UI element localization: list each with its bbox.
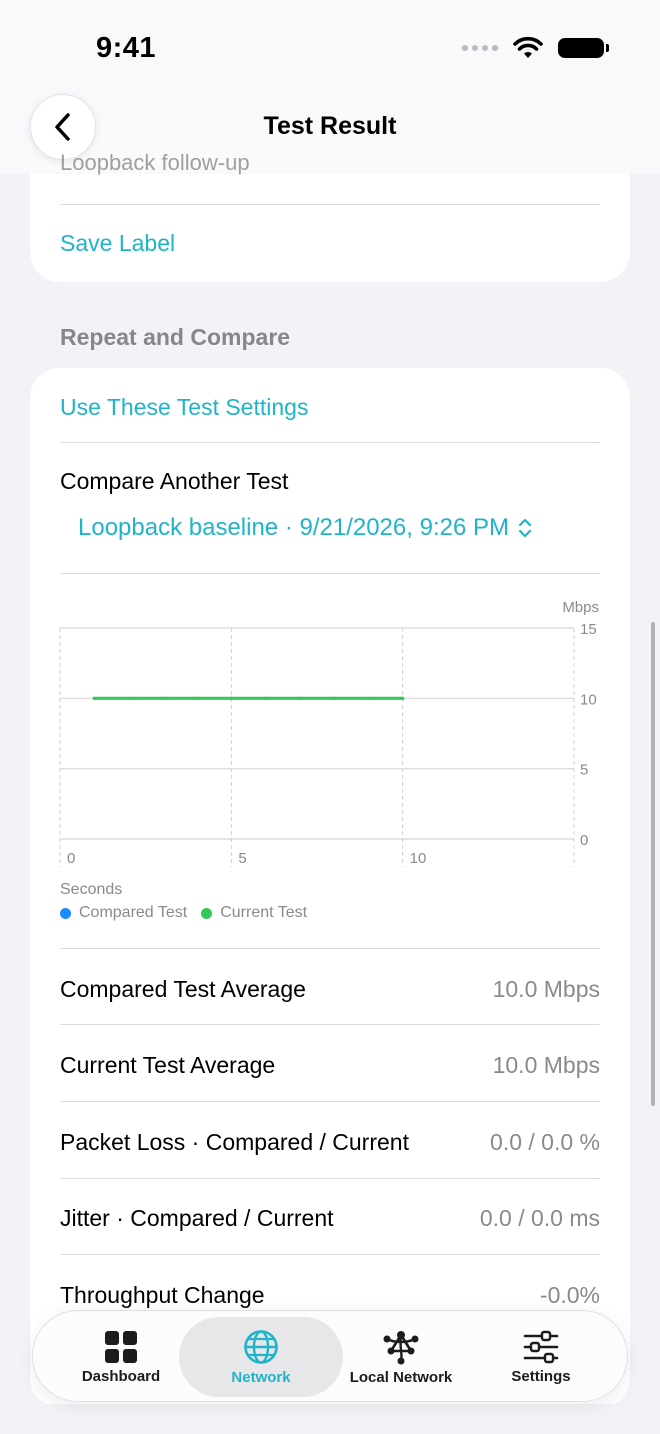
- tab-label-dashboard: Dashboard: [81, 1367, 161, 1385]
- scroll-indicator[interactable]: [651, 622, 655, 1106]
- throughput-chart: 15 10 5 0 0 5 10 Mbps Seconds: [30, 588, 630, 928]
- chart-point: [401, 696, 405, 700]
- repeat-compare-card: Use These Test Settings Compare Another …: [30, 368, 630, 1408]
- tab-local-network[interactable]: Local Network: [331, 1317, 471, 1397]
- divider: [60, 1178, 600, 1179]
- chart-point: [332, 696, 336, 700]
- tab-label-network: Network: [231, 1368, 291, 1386]
- chart-x-tick-label: 0: [67, 850, 75, 867]
- status-bar: 9:41: [0, 0, 660, 90]
- save-label-button[interactable]: Save Label: [60, 230, 175, 257]
- section-header: Repeat and Compare: [60, 324, 291, 350]
- divider: [60, 1101, 600, 1102]
- stat-label-throughput-change: Throughput Change: [60, 1282, 265, 1308]
- grid-icon: [105, 1330, 137, 1363]
- sliders-icon: [523, 1330, 559, 1363]
- battery-icon: [558, 38, 609, 58]
- legend-dot-compared: [60, 907, 71, 919]
- use-test-settings-button[interactable]: Use These Test Settings: [60, 394, 308, 421]
- chart-y-axis-label: Mbps: [562, 599, 599, 616]
- stat-label-current-average: Current Test Average: [60, 1052, 276, 1078]
- chart-legend: Compared Test Current Test: [60, 904, 307, 922]
- wifi-icon: [513, 36, 543, 58]
- stat-value-compared-average: 10.0 Mbps: [492, 976, 600, 1002]
- chart-y-tick-label: 5: [580, 762, 588, 779]
- tab-dashboard[interactable]: Dashboard: [51, 1317, 191, 1397]
- stat-value-throughput-change: -0.0%: [539, 1282, 600, 1308]
- globe-icon: [244, 1329, 278, 1364]
- chart-point: [126, 696, 131, 700]
- stat-value-packet-loss: 0.0 / 0.0 %: [490, 1129, 600, 1155]
- divider: [60, 573, 600, 574]
- status-time: 9:41: [96, 32, 157, 64]
- legend-label-compared: Compared Test: [79, 904, 188, 921]
- legend-item-current: Current Test: [201, 904, 307, 922]
- legend-label-current: Current Test: [220, 904, 308, 921]
- chart-y-tick-label: 0: [580, 832, 588, 849]
- chart-point: [298, 696, 302, 700]
- divider: [60, 948, 600, 949]
- cellular-signal-icon: [462, 45, 498, 51]
- chart-point: [366, 696, 370, 700]
- compare-test-selected: Loopback baseline · 9/21/2026, 9:26 PM: [78, 514, 509, 541]
- chart-svg: 15 10 5 0 0 5 10 Mbps Seconds: [59, 599, 599, 898]
- tab-bar: Dashboard Network Local Network Settings: [32, 1310, 628, 1402]
- chart-point: [229, 696, 233, 700]
- compare-label: Compare Another Test: [60, 468, 289, 494]
- bottom-background: [0, 1404, 660, 1434]
- divider: [60, 1024, 600, 1025]
- chart-point: [92, 696, 96, 700]
- stat-value-jitter: 0.0 / 0.0 ms: [479, 1205, 600, 1231]
- label-value-text: Loopback follow-up: [60, 150, 250, 175]
- tab-network[interactable]: Network: [179, 1317, 343, 1397]
- stat-value-current-average: 10.0 Mbps: [492, 1052, 600, 1078]
- page-title: Test Result: [263, 112, 397, 140]
- stat-label-packet-loss: Packet Loss · Compared / Current: [60, 1129, 409, 1155]
- stat-label-compared-average: Compared Test Average: [60, 976, 306, 1002]
- compare-test-picker[interactable]: Loopback baseline · 9/21/2026, 9:26 PM: [78, 514, 533, 542]
- chart-y-tick-label: 15: [580, 621, 597, 638]
- chart-x-tick-label: 5: [238, 850, 246, 867]
- status-icons: [462, 36, 609, 60]
- chevron-up-down-icon: [518, 518, 532, 538]
- legend-dot-current: [201, 907, 213, 919]
- legend-item-compared: Compared Test: [60, 904, 187, 922]
- stat-label-jitter: Jitter · Compared / Current: [60, 1205, 334, 1231]
- local-network-icon: [383, 1330, 419, 1364]
- tab-settings[interactable]: Settings: [471, 1317, 611, 1397]
- chart-point: [195, 696, 199, 700]
- divider: [60, 442, 600, 443]
- divider: [60, 204, 600, 205]
- divider: [60, 1254, 600, 1255]
- chart-point: [161, 696, 165, 700]
- chart-y-tick-label: 10: [580, 691, 597, 708]
- chart-x-axis-label: Seconds: [60, 881, 122, 898]
- tab-label-local-network: Local Network: [349, 1368, 453, 1386]
- chart-x-tick-label: 10: [410, 850, 427, 867]
- chart-point: [264, 696, 268, 700]
- tab-label-settings: Settings: [511, 1367, 571, 1385]
